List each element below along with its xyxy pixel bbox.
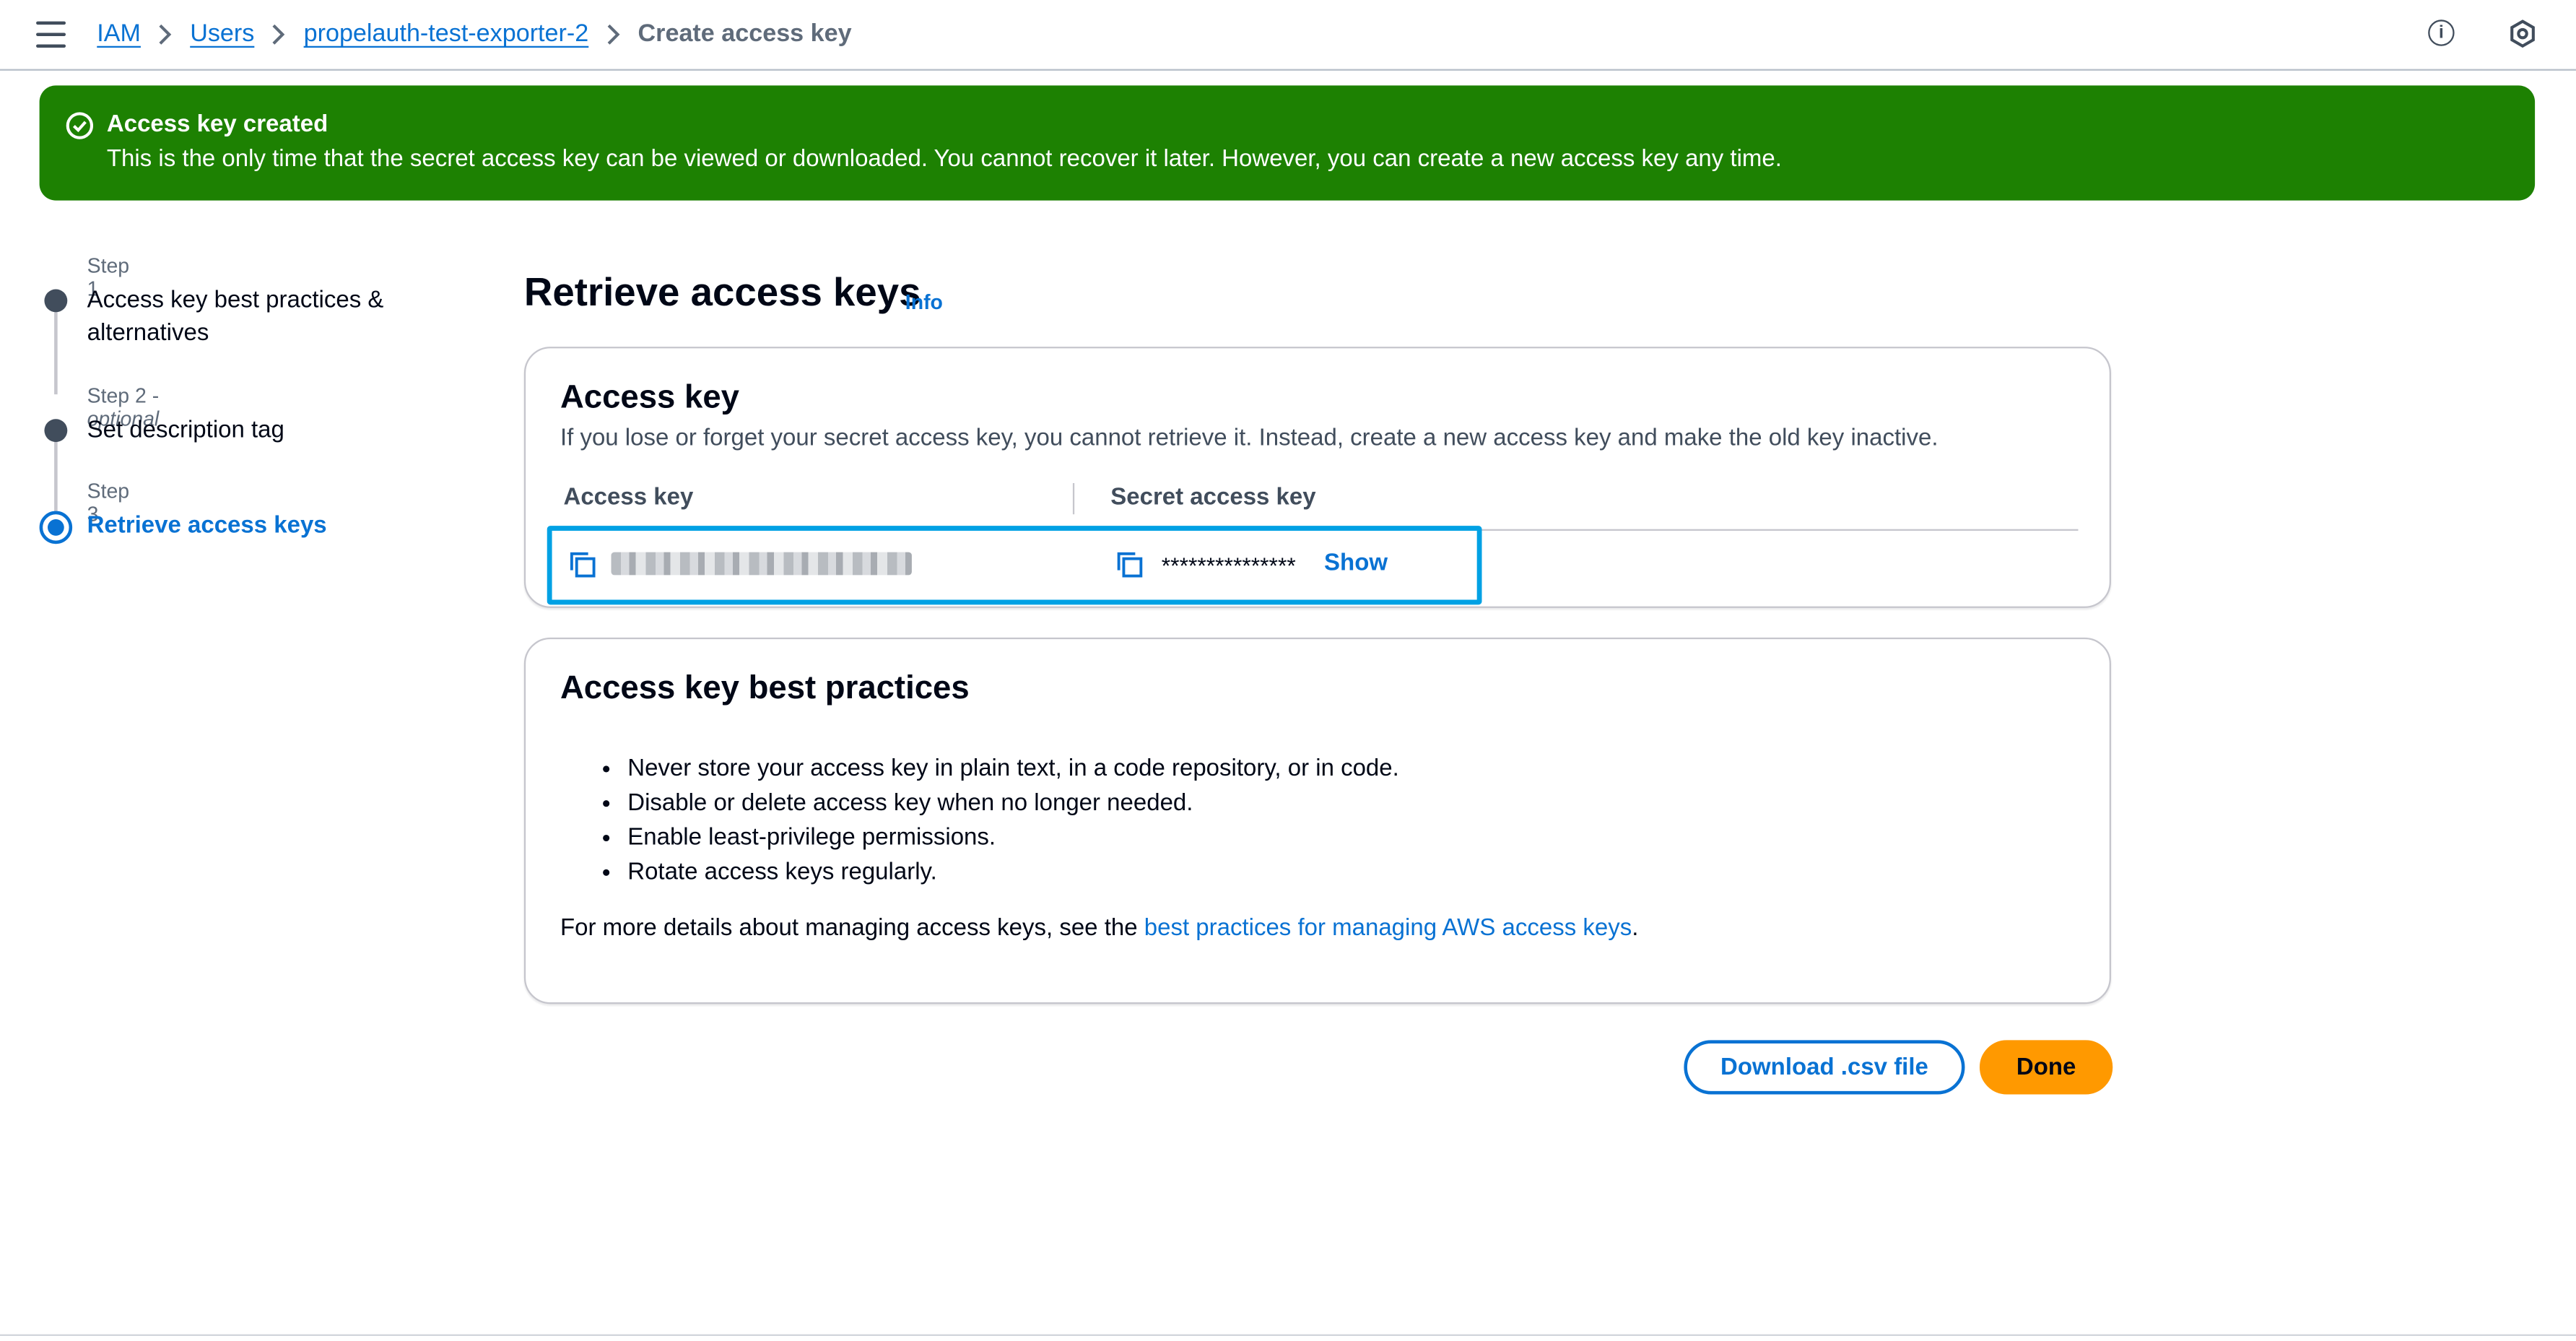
step-3-indicator: [39, 511, 73, 544]
breadcrumb-iam[interactable]: IAM: [97, 19, 141, 48]
step-2-indicator: [44, 419, 68, 443]
list-item: Never store your access key in plain tex…: [627, 752, 1399, 787]
best-practices-footer: For more details about managing access k…: [560, 915, 1638, 941]
column-divider: [1072, 482, 1075, 515]
best-practices-list: Never store your access key in plain tex…: [606, 752, 1399, 890]
step-3-label: Retrieve access keys: [87, 512, 327, 539]
flash-message: This is the only time that the secret ac…: [106, 146, 1782, 173]
download-csv-button[interactable]: Download .csv file: [1684, 1040, 1965, 1095]
step-connector: [54, 440, 58, 515]
access-key-card-title: Access key: [560, 379, 739, 416]
hamburger-menu-icon[interactable]: [36, 21, 66, 48]
access-key-value-redacted: [611, 552, 912, 576]
settings-icon[interactable]: [2509, 19, 2537, 48]
breadcrumb: IAM Users propelauth-test-exporter-2 Cre…: [97, 19, 851, 48]
breadcrumb-current: Create access key: [638, 19, 852, 48]
show-secret-link[interactable]: Show: [1324, 550, 1388, 576]
success-flashbar: Access key created This is the only time…: [39, 85, 2536, 201]
step-connector: [54, 312, 58, 395]
bottom-divider: [0, 1334, 2576, 1336]
chevron-right-icon: [588, 22, 638, 45]
best-practices-card: Access key best practices Never store yo…: [523, 637, 2112, 1004]
list-item: Enable least-privilege permissions.: [627, 822, 1399, 856]
step-1-label[interactable]: Access key best practices & alternatives: [87, 285, 416, 350]
copy-access-key-icon[interactable]: [568, 550, 596, 578]
access-key-card-description: If you lose or forget your secret access…: [560, 425, 1938, 452]
footer-suffix: .: [1632, 915, 1639, 942]
check-circle-icon: [66, 112, 94, 140]
info-circle-icon[interactable]: i: [2428, 19, 2455, 46]
page-root: IAM Users propelauth-test-exporter-2 Cre…: [0, 0, 2576, 1341]
flash-title: Access key created: [106, 111, 328, 139]
info-link[interactable]: Info: [905, 291, 943, 314]
best-practices-title: Access key best practices: [560, 670, 970, 707]
step-1-indicator: [44, 289, 68, 313]
page-title: Retrieve access keys: [523, 271, 921, 316]
step-2-number-text: Step 2: [87, 384, 147, 408]
breadcrumb-users[interactable]: Users: [190, 19, 254, 48]
footer-text: For more details about managing access k…: [560, 915, 1144, 942]
done-button[interactable]: Done: [1979, 1040, 2113, 1095]
top-bar: IAM Users propelauth-test-exporter-2 Cre…: [0, 0, 2576, 71]
list-item: Rotate access keys regularly.: [627, 856, 1399, 891]
secret-key-masked: ***************: [1161, 552, 1296, 578]
column-header-secret-access-key: Secret access key: [1110, 485, 1316, 511]
copy-secret-key-icon[interactable]: [1115, 550, 1144, 578]
column-header-access-key: Access key: [563, 485, 694, 511]
best-practices-link[interactable]: best practices for managing AWS access k…: [1144, 915, 1632, 941]
list-item: Disable or delete access key when no lon…: [627, 787, 1399, 822]
chevron-right-icon: [141, 22, 190, 45]
step-2-label[interactable]: Set description tag: [87, 414, 416, 447]
chevron-right-icon: [254, 22, 303, 45]
breadcrumb-user[interactable]: propelauth-test-exporter-2: [304, 19, 589, 48]
access-key-card: Access key If you lose or forget your se…: [523, 347, 2112, 608]
